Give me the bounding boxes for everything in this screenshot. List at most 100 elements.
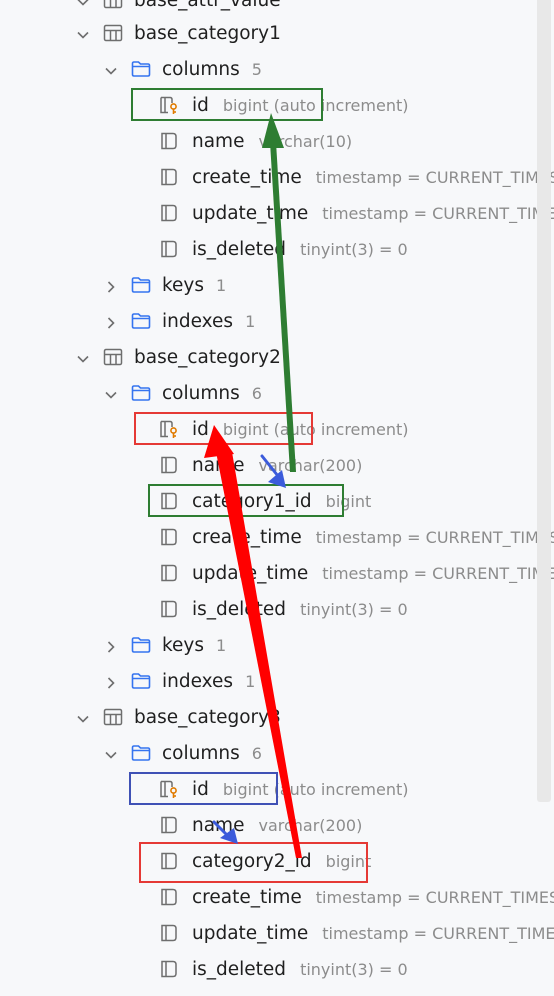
- tree-row-column-name[interactable]: name varchar(200): [0, 807, 554, 843]
- table-icon: [102, 22, 124, 44]
- tree-row-column-category2_id[interactable]: category2_id bigint: [0, 843, 554, 879]
- folder-icon: [130, 310, 152, 332]
- tree-row-folder-columns[interactable]: columns 5: [0, 51, 554, 87]
- primary-key-column-icon: [158, 418, 180, 440]
- folder-label: keys: [162, 274, 205, 296]
- primary-key-column-icon: [158, 778, 180, 800]
- folder-count: 1: [245, 671, 256, 691]
- chevron-down-icon[interactable]: [76, 26, 90, 40]
- folder-count: 6: [251, 383, 262, 403]
- table-icon: [102, 0, 124, 11]
- column-name: name: [192, 130, 245, 152]
- tree-row-folder-keys[interactable]: keys 1: [0, 267, 554, 303]
- column-type: tinyint(3) = 0: [300, 239, 408, 259]
- primary-key-column-icon: [158, 94, 180, 116]
- column-name: id: [192, 418, 209, 440]
- column-name: update_time: [192, 922, 309, 944]
- column-icon: [158, 958, 180, 980]
- tree-row-column-is_deleted[interactable]: is_deleted tinyint(3) = 0: [0, 591, 554, 627]
- folder-label: indexes: [162, 310, 234, 332]
- column-name: update_time: [192, 562, 309, 584]
- folder-count: 1: [216, 635, 227, 655]
- chevron-right-icon[interactable]: [104, 278, 118, 293]
- column-name: is_deleted: [192, 238, 287, 260]
- chevron-down-icon[interactable]: [104, 746, 118, 760]
- tree-row-column-is_deleted[interactable]: is_deleted tinyint(3) = 0: [0, 951, 554, 987]
- tree-row-column-create_time[interactable]: create_time timestamp = CURRENT_TIMESTAMP: [0, 879, 554, 915]
- column-icon: [158, 490, 180, 512]
- folder-count: 6: [251, 743, 262, 763]
- tree-row-column-create_time[interactable]: create_time timestamp = CURRENT_TIMESTAMP: [0, 159, 554, 195]
- column-name: update_time: [192, 202, 309, 224]
- folder-icon: [130, 634, 152, 656]
- column-name: name: [192, 814, 245, 836]
- folder-label: columns: [162, 58, 240, 80]
- column-icon: [158, 454, 180, 476]
- tree-row-column-update_time[interactable]: update_time timestamp = CURRENT_TIMESTAMP: [0, 555, 554, 591]
- column-type: bigint (auto increment): [222, 779, 409, 799]
- column-icon: [158, 130, 180, 152]
- column-name: is_deleted: [192, 598, 287, 620]
- tree-row-column-id[interactable]: id bigint (auto increment): [0, 87, 554, 123]
- tree-row-folder-columns[interactable]: columns 6: [0, 375, 554, 411]
- tree-row-base_category2[interactable]: base_category2: [0, 339, 554, 375]
- column-icon: [158, 526, 180, 548]
- tree-row-column-update_time[interactable]: update_time timestamp = CURRENT_TIMESTAMP: [0, 195, 554, 231]
- tree-row-column-name[interactable]: name varchar(10): [0, 123, 554, 159]
- folder-label: indexes: [162, 670, 234, 692]
- column-type: tinyint(3) = 0: [300, 959, 408, 979]
- column-icon: [158, 238, 180, 260]
- column-type: bigint: [325, 851, 372, 871]
- folder-label: keys: [162, 634, 205, 656]
- column-name: id: [192, 94, 209, 116]
- chevron-down-icon[interactable]: [76, 710, 90, 724]
- folder-icon: [130, 670, 152, 692]
- folder-label: columns: [162, 382, 240, 404]
- column-type: varchar(200): [258, 455, 363, 475]
- chevron-right-icon[interactable]: [104, 638, 118, 653]
- tree-row-column-is_deleted[interactable]: is_deleted tinyint(3) = 0: [0, 231, 554, 267]
- column-icon: [158, 886, 180, 908]
- column-icon: [158, 598, 180, 620]
- tree-row-folder-indexes[interactable]: indexes 1: [0, 663, 554, 699]
- column-icon: [158, 166, 180, 188]
- column-type: timestamp = CURRENT_TIMESTAMP: [322, 923, 554, 943]
- column-icon: [158, 850, 180, 872]
- column-name: create_time: [192, 166, 302, 188]
- column-icon: [158, 814, 180, 836]
- table-name: base_category1: [134, 22, 281, 44]
- chevron-down-icon[interactable]: [76, 350, 90, 364]
- tree-row-column-name[interactable]: name varchar(200): [0, 447, 554, 483]
- tree-row-column-update_time[interactable]: update_time timestamp = CURRENT_TIMESTAMP: [0, 915, 554, 951]
- column-name: name: [192, 454, 245, 476]
- column-name: id: [192, 778, 209, 800]
- column-type: timestamp = CURRENT_TIMESTAMP: [322, 203, 554, 223]
- tree-row-folder-indexes[interactable]: indexes 1: [0, 303, 554, 339]
- chevron-down-icon[interactable]: [76, 0, 90, 7]
- tree-row-column-id[interactable]: id bigint (auto increment): [0, 771, 554, 807]
- chevron-down-icon[interactable]: [104, 62, 118, 76]
- column-type: timestamp = CURRENT_TIMESTAMP: [315, 887, 554, 907]
- vertical-scrollbar[interactable]: [537, 0, 551, 802]
- column-icon: [158, 922, 180, 944]
- tree-row-column-create_time[interactable]: create_time timestamp = CURRENT_TIMESTAMP: [0, 519, 554, 555]
- tree-row-column-category1_id[interactable]: category1_id bigint: [0, 483, 554, 519]
- folder-count: 5: [251, 59, 262, 79]
- chevron-down-icon[interactable]: [104, 386, 118, 400]
- column-type: tinyint(3) = 0: [300, 599, 408, 619]
- tree-row-base_category3[interactable]: base_category3: [0, 699, 554, 735]
- table-name: base_category2: [134, 346, 281, 368]
- database-tree-view[interactable]: base_attr_value base_category1 columns 5 id…: [0, 0, 554, 996]
- chevron-right-icon[interactable]: [104, 314, 118, 329]
- tree-row-base_category1[interactable]: base_category1: [0, 15, 554, 51]
- chevron-right-icon[interactable]: [104, 674, 118, 689]
- folder-icon: [130, 382, 152, 404]
- tree-row-column-id[interactable]: id bigint (auto increment): [0, 411, 554, 447]
- column-type: varchar(10): [258, 131, 353, 151]
- folder-icon: [130, 274, 152, 296]
- tree-row-partial-bottom[interactable]: [0, 987, 554, 996]
- folder-icon: [130, 58, 152, 80]
- tree-row-folder-keys[interactable]: keys 1: [0, 627, 554, 663]
- tree-row-folder-columns[interactable]: columns 6: [0, 735, 554, 771]
- column-name: category1_id: [192, 490, 312, 512]
